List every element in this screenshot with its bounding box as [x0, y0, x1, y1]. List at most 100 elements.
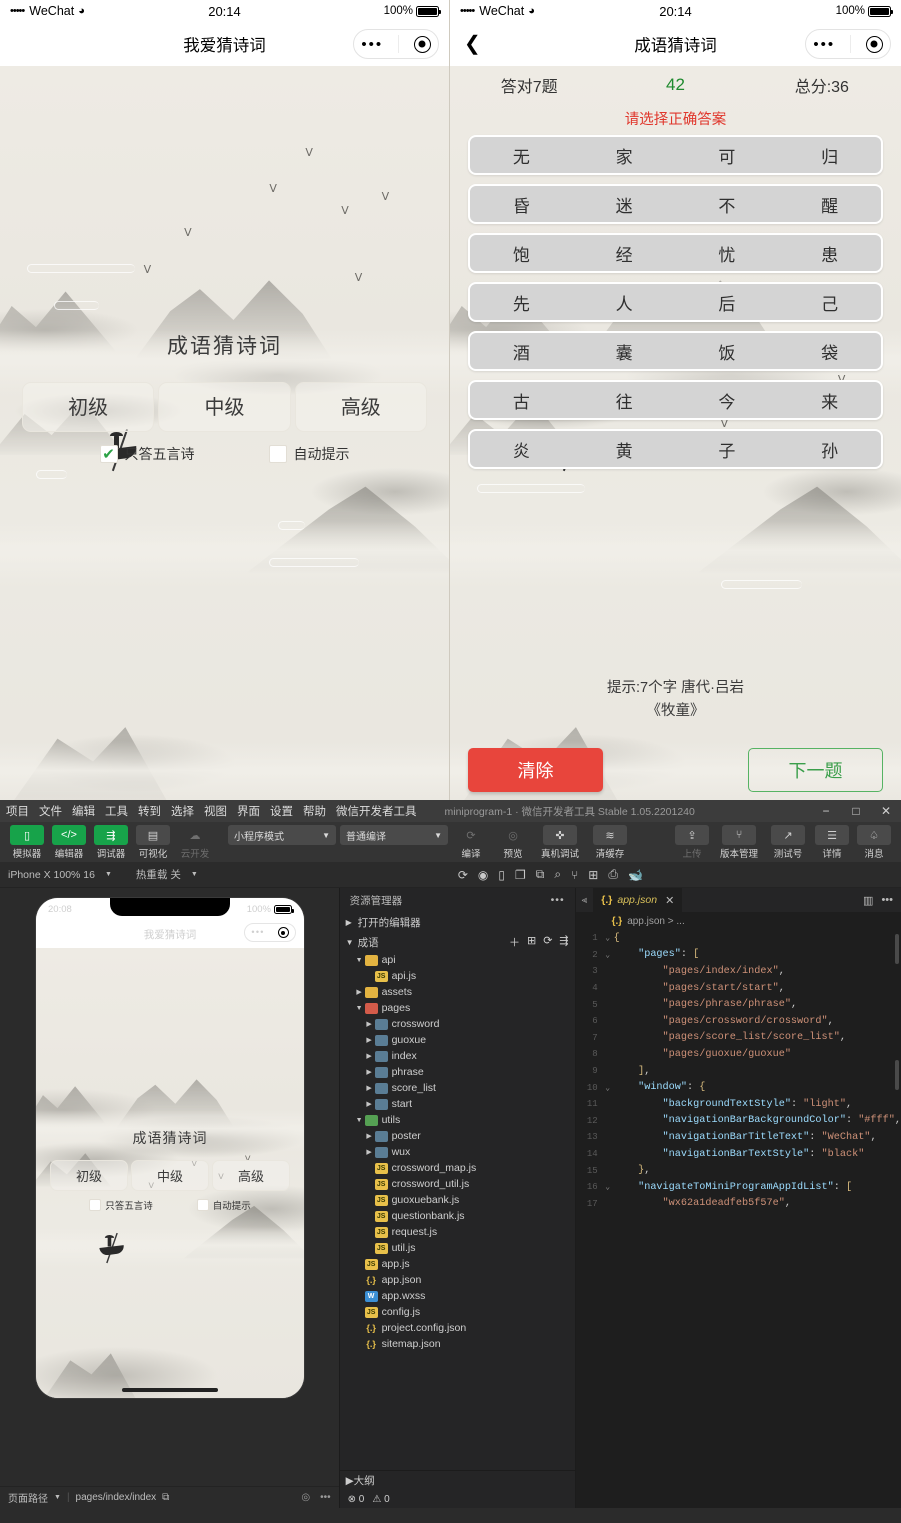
- toolbar-compile[interactable]: ⟳ 编译: [452, 825, 490, 861]
- option-char[interactable]: 昏: [470, 192, 573, 217]
- checkbox-unchecked-icon[interactable]: [268, 445, 287, 464]
- checkbox-unchecked-icon[interactable]: [196, 1199, 209, 1211]
- chevron-right-icon[interactable]: ▶: [354, 988, 365, 996]
- back-chevron-icon[interactable]: ❮: [450, 34, 481, 54]
- code-icon[interactable]: </>: [52, 825, 86, 845]
- file-tree-item[interactable]: JS crossword_util.js: [340, 1176, 575, 1192]
- option-char[interactable]: 可: [676, 143, 779, 168]
- checkbox-only-five-char[interactable]: 只答五言诗: [99, 444, 195, 464]
- sim-level-beginner[interactable]: 初级: [50, 1160, 128, 1191]
- chevron-right-icon[interactable]: ▶: [364, 1148, 375, 1156]
- more-dots-icon[interactable]: •••: [320, 1492, 331, 1503]
- file-tree-item[interactable]: ▶ poster: [340, 1128, 575, 1144]
- open-editors-section[interactable]: ▶ 打开的编辑器: [340, 912, 575, 932]
- extensions-icon[interactable]: ⊞: [588, 868, 598, 882]
- file-tree-item[interactable]: ▼ pages: [340, 1000, 575, 1016]
- chevron-right-icon[interactable]: ▶: [364, 1036, 375, 1044]
- option-char[interactable]: 古: [470, 388, 573, 413]
- option-char[interactable]: 归: [778, 143, 881, 168]
- eye-icon[interactable]: ◎: [496, 825, 530, 845]
- minimize-button[interactable]: −: [811, 800, 841, 822]
- level-button-intermediate[interactable]: 中级: [158, 382, 291, 433]
- editor-scrollbar[interactable]: [895, 934, 899, 964]
- fold-icon[interactable]: ⌄: [602, 933, 614, 943]
- option-char[interactable]: 孙: [778, 437, 881, 462]
- fold-icon[interactable]: ⌄: [602, 1182, 614, 1192]
- sim-checkbox-only-five[interactable]: 只答五言诗: [89, 1198, 153, 1212]
- level-button-beginner[interactable]: 初级: [22, 382, 155, 433]
- outline-section[interactable]: ▶ 大纲: [339, 1470, 575, 1490]
- page-path-label[interactable]: 页面路径: [8, 1490, 48, 1505]
- option-char[interactable]: 来: [778, 388, 881, 413]
- source-control-icon[interactable]: ⑂: [571, 868, 578, 882]
- option-char[interactable]: 饱: [470, 241, 573, 266]
- menu-icon[interactable]: ☰: [815, 825, 849, 845]
- close-button[interactable]: ✕: [871, 800, 901, 822]
- option-char[interactable]: 往: [573, 388, 676, 413]
- file-tree-item[interactable]: {.} project.config.json: [340, 1320, 575, 1336]
- toolbar-testid[interactable]: ↗ 测试号: [767, 825, 809, 860]
- windows-icon[interactable]: ❐: [515, 868, 526, 882]
- file-tree-item[interactable]: JS config.js: [340, 1304, 575, 1320]
- option-char[interactable]: 囊: [573, 339, 676, 364]
- chevron-right-icon[interactable]: ▶: [364, 1020, 375, 1028]
- option-char[interactable]: 后: [676, 290, 779, 315]
- file-tree-item[interactable]: {.} app.json: [340, 1272, 575, 1288]
- bug-icon[interactable]: ✜: [543, 825, 577, 845]
- toolbar-messages[interactable]: ♤ 消息: [855, 825, 893, 860]
- chevron-right-icon[interactable]: ▶: [346, 918, 358, 927]
- option-char[interactable]: 不: [676, 192, 779, 217]
- new-file-icon[interactable]: ＋: [509, 934, 520, 950]
- warning-count[interactable]: ⚠ 0: [372, 1494, 389, 1505]
- docker-icon[interactable]: 🐋: [628, 868, 643, 882]
- menu-item-ui[interactable]: 界面: [237, 803, 260, 819]
- toolbar-simulator[interactable]: ▯ 模拟器: [8, 825, 46, 860]
- sim-checkbox-auto-hint[interactable]: 自动提示: [196, 1198, 251, 1212]
- toolbar-cloud[interactable]: ☁ 云开发: [176, 825, 214, 861]
- record-icon[interactable]: ◉: [478, 868, 488, 882]
- copy-icon[interactable]: ⧉: [162, 1492, 169, 1503]
- close-target-icon[interactable]: [865, 35, 883, 53]
- fold-icon[interactable]: ⌄: [602, 950, 614, 960]
- more-dots-icon[interactable]: •••: [551, 894, 565, 906]
- more-dots-icon[interactable]: •••: [361, 37, 383, 52]
- option-char[interactable]: 袋: [778, 339, 881, 364]
- option-row[interactable]: 饱 经 忧 患: [468, 233, 883, 273]
- chevron-down-icon[interactable]: ▼: [346, 938, 358, 947]
- upload-icon[interactable]: ⇪: [675, 825, 709, 845]
- bell-icon[interactable]: ♤: [857, 825, 891, 845]
- chevron-right-icon[interactable]: ▶: [364, 1084, 375, 1092]
- option-char[interactable]: 饭: [676, 339, 779, 364]
- file-tree-item[interactable]: JS app.js: [340, 1256, 575, 1272]
- maximize-button[interactable]: □: [841, 800, 871, 822]
- option-row[interactable]: 无 家 可 归: [468, 135, 883, 175]
- error-count[interactable]: ⊗ 0: [348, 1494, 365, 1505]
- refresh-icon[interactable]: ⟳: [543, 934, 552, 950]
- file-tree-item[interactable]: ▼ api: [340, 952, 575, 968]
- external-icon[interactable]: ↗: [771, 825, 805, 845]
- sim-wechat-capsule[interactable]: •••: [244, 923, 296, 942]
- editor-scrollbar-marker[interactable]: [895, 1060, 899, 1090]
- chevron-right-icon[interactable]: ▶: [346, 1475, 354, 1487]
- menu-item-devtools[interactable]: 微信开发者工具: [336, 803, 417, 819]
- option-char[interactable]: 患: [778, 241, 881, 266]
- layers-icon[interactable]: ≋: [593, 825, 627, 845]
- level-button-advanced[interactable]: 高级: [294, 382, 427, 433]
- file-tree-item[interactable]: JS util.js: [340, 1240, 575, 1256]
- menu-item-goto[interactable]: 转到: [138, 803, 161, 819]
- option-char[interactable]: 忧: [676, 241, 779, 266]
- menu-item-project[interactable]: 项目: [6, 803, 29, 819]
- option-char[interactable]: 黄: [573, 437, 676, 462]
- file-tree-item[interactable]: JS crossword_map.js: [340, 1160, 575, 1176]
- file-tree-item[interactable]: ▶ guoxue: [340, 1032, 575, 1048]
- wechat-capsule-right[interactable]: •••: [805, 29, 891, 59]
- mode-select[interactable]: 小程序模式 ▼: [228, 825, 336, 845]
- sim-level-intermediate[interactable]: 中级: [131, 1160, 209, 1191]
- file-tree-item[interactable]: {.} sitemap.json: [340, 1336, 575, 1352]
- refresh-icon[interactable]: ⟳: [454, 825, 488, 845]
- next-question-button[interactable]: 下一题: [748, 748, 883, 792]
- chevron-down-icon[interactable]: ▼: [354, 957, 365, 964]
- toolbar-clear-cache[interactable]: ≋ 清缓存: [588, 825, 632, 860]
- option-char[interactable]: 迷: [573, 192, 676, 217]
- close-target-icon[interactable]: [277, 927, 289, 938]
